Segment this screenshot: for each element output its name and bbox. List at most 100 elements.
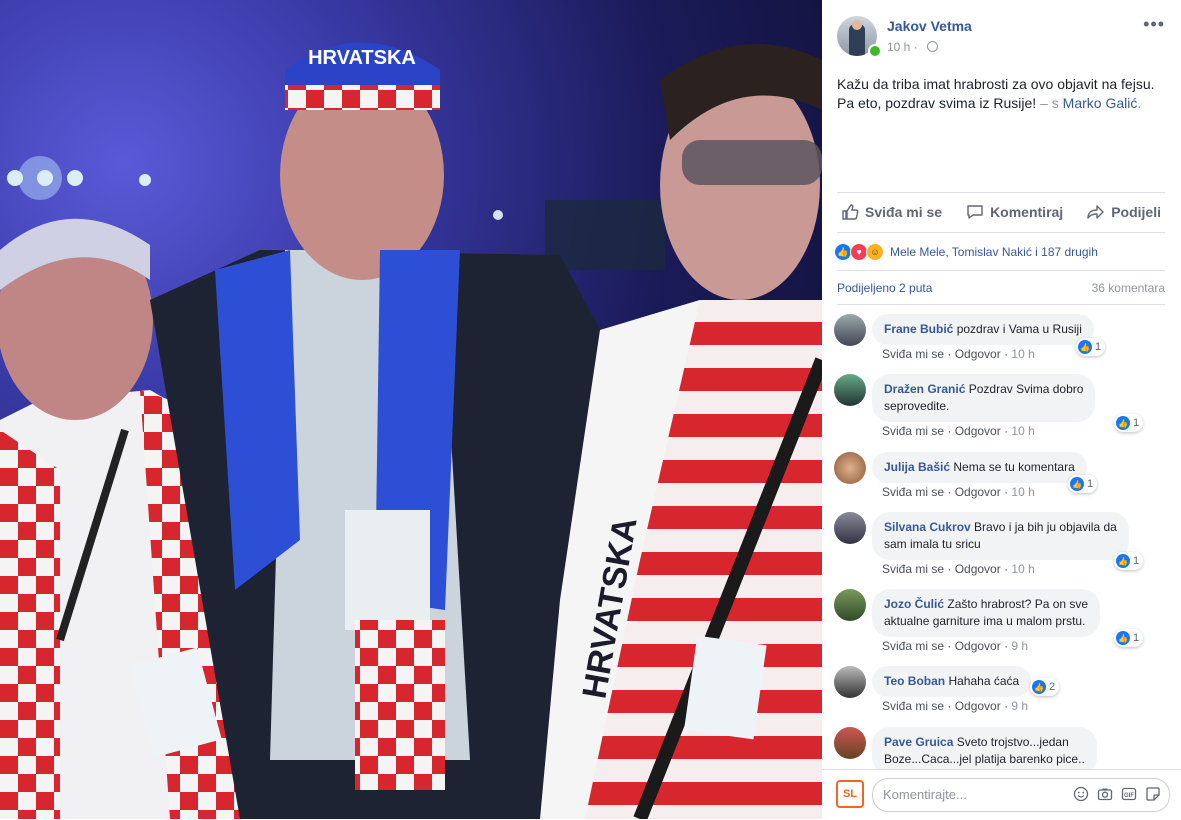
comment-label: Komentiraj bbox=[990, 204, 1064, 220]
gif-icon[interactable]: GIF bbox=[1121, 786, 1137, 802]
post-text: Kažu da triba imat hrabrosti za ovo obja… bbox=[837, 75, 1167, 113]
divider bbox=[837, 304, 1165, 305]
commenter-name[interactable]: Teo Boban bbox=[884, 674, 945, 688]
reactors-names[interactable]: Mele Mele, Tomislav Nakić i 187 drugih bbox=[890, 245, 1098, 259]
comment-text: pozdrav i Vama u Rusiji bbox=[956, 322, 1082, 336]
post-time[interactable]: 10 h · bbox=[887, 40, 918, 54]
tag-suffix: . bbox=[1137, 95, 1142, 111]
avatar[interactable] bbox=[834, 727, 866, 759]
like-reaction-icon: 👍 bbox=[1032, 680, 1046, 694]
comment-like-link[interactable]: Sviđa mi se bbox=[882, 424, 944, 438]
comment-actions: Sviđa mi se · Odgovor · 9 h bbox=[882, 639, 1029, 653]
like-label: Sviđa mi se bbox=[865, 204, 943, 220]
comment-text: Sveto trojstvo...jedan bbox=[956, 735, 1069, 749]
comment-likes[interactable]: 👍 1 bbox=[1068, 475, 1098, 493]
comment-likes[interactable]: 👍 1 bbox=[1114, 629, 1144, 647]
post-text-line2: Pa eto, pozdrav svima iz Rusije! bbox=[837, 95, 1037, 111]
comment-time[interactable]: 10 h bbox=[1011, 485, 1034, 499]
comment-bubble: Frane Bubić pozdrav i Vama u Rusiji bbox=[872, 314, 1094, 345]
avatar[interactable] bbox=[834, 374, 866, 406]
comment-actions: Sviđa mi se · Odgovor · 9 h bbox=[882, 699, 1029, 713]
sticker-icon[interactable] bbox=[1145, 786, 1161, 802]
comment-bubble: Dražen Granić Pozdrav Svima dobro seprov… bbox=[872, 374, 1096, 422]
comment-text: aktualne garniture ima u malom prstu. bbox=[884, 614, 1086, 628]
post-author[interactable]: Jakov Vetma bbox=[887, 18, 972, 34]
comment-text: Nema se tu komentara bbox=[953, 460, 1075, 474]
comment-like-link[interactable]: Sviđa mi se bbox=[882, 699, 944, 713]
avatar[interactable] bbox=[834, 452, 866, 484]
comment-time[interactable]: 9 h bbox=[1011, 699, 1028, 713]
likes-count: 2 bbox=[1049, 681, 1056, 693]
commenter-name[interactable]: Silvana Cukrov bbox=[884, 520, 971, 534]
comment-button[interactable]: Komentiraj bbox=[962, 203, 1067, 221]
likes-count: 1 bbox=[1133, 632, 1140, 644]
share-button[interactable]: Podijeli bbox=[1083, 203, 1165, 221]
comment-actions: Sviđa mi se · Odgovor · 10 h bbox=[882, 485, 1035, 499]
more-icon[interactable]: ••• bbox=[1143, 14, 1165, 35]
comment-placeholder: Komentirajte... bbox=[883, 787, 967, 802]
photo-illustration: HRVATSKA HRVATSKA bbox=[0, 42, 822, 819]
avatar[interactable] bbox=[834, 589, 866, 621]
post-meta: 10 h · bbox=[887, 40, 939, 54]
comments-count[interactable]: 36 komentara bbox=[1092, 281, 1165, 295]
comment-actions: Sviđa mi se · Odgovor · 10 h bbox=[882, 424, 1035, 438]
like-reaction-icon: 👍 bbox=[1078, 340, 1092, 354]
share-label: Podijeli bbox=[1111, 204, 1161, 220]
commenter-name[interactable]: Frane Bubić bbox=[884, 322, 953, 336]
likes-count: 1 bbox=[1133, 555, 1140, 567]
commenter-name[interactable]: Pave Gruica bbox=[884, 735, 953, 749]
comment-reply-link[interactable]: Odgovor bbox=[955, 485, 1001, 499]
comment-bubble: Jozo Čulić Zašto hrabrost? Pa on sve akt… bbox=[872, 589, 1101, 637]
comment-reply-link[interactable]: Odgovor bbox=[955, 699, 1001, 713]
page-logo[interactable]: SL bbox=[836, 780, 864, 808]
commenter-name[interactable]: Dražen Granić bbox=[884, 382, 965, 396]
cap-text: HRVATSKA bbox=[308, 47, 416, 69]
reactions-summary[interactable]: 👍 ♥ ☺ Mele Mele, Tomislav Nakić i 187 dr… bbox=[834, 242, 1098, 262]
avatar[interactable] bbox=[834, 512, 866, 544]
comment-reply-link[interactable]: Odgovor bbox=[955, 639, 1001, 653]
comment-like-link[interactable]: Sviđa mi se bbox=[882, 347, 944, 361]
composer-icons: GIF bbox=[1073, 786, 1161, 802]
comment-likes[interactable]: 👍 2 bbox=[1030, 678, 1060, 696]
commenter-name[interactable]: Jozo Čulić bbox=[884, 597, 944, 611]
comment-likes[interactable]: 👍 1 bbox=[1114, 552, 1144, 570]
comment-like-link[interactable]: Sviđa mi se bbox=[882, 639, 944, 653]
comment-reply-link[interactable]: Odgovor bbox=[955, 347, 1001, 361]
comment-bubble: Teo Boban Hahaha ćaća bbox=[872, 666, 1032, 697]
like-reaction-icon: 👍 bbox=[1070, 477, 1084, 491]
avatar[interactable] bbox=[834, 666, 866, 698]
comment-text: Pozdrav Svima dobro bbox=[968, 382, 1084, 396]
avatar[interactable] bbox=[834, 314, 866, 346]
comment-time[interactable]: 10 h bbox=[1011, 347, 1034, 361]
comment-time[interactable]: 10 h bbox=[1011, 424, 1034, 438]
like-icon bbox=[842, 204, 859, 220]
comment-like-link[interactable]: Sviđa mi se bbox=[882, 562, 944, 576]
comment-text: Hahaha ćaća bbox=[948, 674, 1020, 688]
commenter-name[interactable]: Julija Bašić bbox=[884, 460, 950, 474]
post-actions: Sviđa mi se Komentiraj Podijeli bbox=[837, 193, 1165, 231]
likes-count: 1 bbox=[1087, 478, 1094, 490]
divider bbox=[837, 232, 1165, 233]
divider bbox=[837, 270, 1165, 271]
comment-text: Bravo i ja bih ju objavila da bbox=[974, 520, 1117, 534]
comment-time[interactable]: 10 h bbox=[1011, 562, 1034, 576]
like-reaction-icon: 👍 bbox=[1116, 416, 1130, 430]
comment-reply-link[interactable]: Odgovor bbox=[955, 562, 1001, 576]
comment-input[interactable]: Komentirajte... GIF bbox=[872, 778, 1170, 812]
shares-count[interactable]: Podijeljeno 2 puta bbox=[837, 281, 932, 295]
comment-text: sam imala tu sricu bbox=[884, 537, 981, 551]
comment-reply-link[interactable]: Odgovor bbox=[955, 424, 1001, 438]
comment-bubble: Pave Gruica Sveto trojstvo...jedan Boze.… bbox=[872, 727, 1097, 775]
emoji-icon[interactable] bbox=[1073, 786, 1089, 802]
tagged-person-link[interactable]: Marko Galić bbox=[1063, 95, 1138, 111]
post-text-line1: Kažu da triba imat hrabrosti za ovo obja… bbox=[837, 76, 1155, 92]
svg-text:GIF: GIF bbox=[1124, 793, 1134, 799]
comment-like-link[interactable]: Sviđa mi se bbox=[882, 485, 944, 499]
like-button[interactable]: Sviđa mi se bbox=[837, 203, 946, 221]
comment-likes[interactable]: 👍 1 bbox=[1076, 338, 1106, 356]
comment-likes[interactable]: 👍 1 bbox=[1114, 414, 1144, 432]
camera-icon[interactable] bbox=[1097, 786, 1113, 802]
comment-time[interactable]: 9 h bbox=[1011, 639, 1028, 653]
post-photo[interactable]: HRVATSKA HRVATSKA bbox=[0, 0, 822, 819]
online-indicator bbox=[868, 44, 882, 58]
